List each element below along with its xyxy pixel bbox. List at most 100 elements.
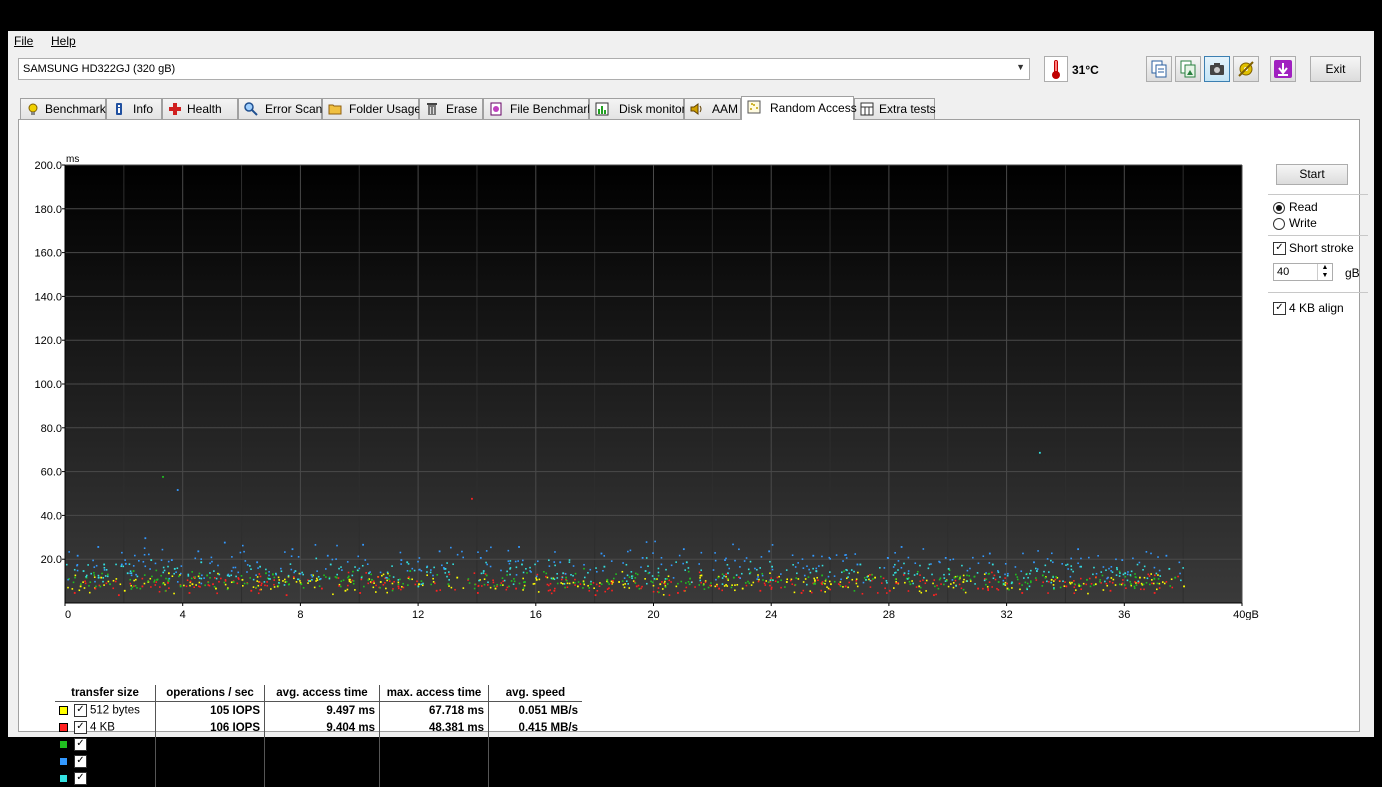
scatter-point (758, 578, 760, 581)
read-radio[interactable]: Read (1273, 200, 1318, 214)
scatter-point (162, 566, 165, 569)
tab-file-benchmark[interactable]: File Benchmark (483, 98, 593, 119)
transfer-size-cell[interactable]: ✓ Random (55, 770, 156, 787)
checkmark-icon[interactable]: ✓ (74, 772, 87, 785)
scatter-point (372, 580, 375, 583)
drive-select[interactable]: SAMSUNG HD322GJ (320 gB) ▼ (18, 58, 1030, 80)
start-button[interactable]: Start (1276, 164, 1348, 185)
scatter-point (566, 582, 569, 585)
data-point (329, 563, 332, 566)
tab-aam[interactable]: AAM (684, 98, 741, 119)
tab-error-scan[interactable]: Error Scan (238, 98, 322, 119)
y-tick-label: 140.0 (34, 291, 62, 303)
scatter-point (149, 577, 152, 580)
short-stroke-checkbox[interactable]: ✓ Short stroke (1273, 241, 1354, 256)
transfer-size-cell[interactable]: ✓ 512 bytes (55, 702, 156, 720)
scatter-point (124, 559, 126, 561)
scatter-point (600, 583, 603, 585)
tab-info[interactable]: Info (106, 98, 162, 119)
transfer-size-cell[interactable]: ✓ 1 MB (55, 753, 156, 770)
checkmark-icon[interactable]: ✓ (74, 738, 87, 751)
scatter-point (949, 558, 952, 561)
menu-help[interactable]: Help (51, 34, 76, 48)
scatter-point (348, 578, 351, 581)
download-arrow-icon (1274, 60, 1292, 78)
align-4kb-checkbox[interactable]: ✓ 4 KB align (1273, 301, 1344, 316)
scatter-point (347, 584, 349, 587)
scatter-point (969, 580, 972, 582)
avg-speed-cell: 0.415 MB/s (488, 719, 582, 736)
tools-icon (1238, 61, 1254, 77)
scatter-point (809, 571, 812, 574)
spin-arrows-icon[interactable]: ▲ ▼ (1317, 264, 1332, 280)
data-point (741, 587, 744, 590)
scatter-point (95, 585, 97, 588)
scatter-point (208, 584, 211, 587)
scatter-point (347, 571, 350, 574)
scatter-point (769, 572, 771, 575)
data-point (471, 497, 473, 500)
scatter-point (167, 582, 169, 584)
avg-speed-cell: 36.329 MB/s (488, 770, 582, 787)
scatter-point (243, 582, 246, 585)
scatter-point (230, 581, 233, 584)
short-stroke-size-input[interactable]: 40 ▲ ▼ (1273, 263, 1333, 281)
data-point (232, 581, 235, 583)
scatter-point (1099, 579, 1101, 581)
scatter-point (373, 582, 375, 584)
data-point (944, 557, 947, 559)
scatter-point (1048, 571, 1050, 573)
scatter-point (216, 592, 218, 595)
scatter-point (987, 589, 989, 592)
tab-disk-monitor[interactable]: Disk monitor (589, 98, 686, 119)
scatter-point (1030, 580, 1032, 582)
scatter-point (1006, 574, 1009, 577)
checkmark-icon[interactable]: ✓ (74, 704, 87, 717)
tab-benchmark[interactable]: Benchmark (20, 98, 106, 119)
scatter-point (763, 582, 766, 585)
scatter-point (1110, 566, 1113, 568)
scatter-point (246, 582, 249, 585)
transfer-size-cell[interactable]: ✓ 64 KB (55, 736, 156, 753)
checkmark-icon[interactable]: ✓ (74, 721, 87, 734)
tab-erase[interactable]: Erase (419, 98, 483, 119)
menu-file[interactable]: File (14, 34, 33, 48)
checkmark-icon[interactable]: ✓ (74, 755, 87, 768)
scatter-point (985, 572, 987, 574)
options-button[interactable] (1233, 56, 1259, 82)
scatter-point (699, 579, 702, 582)
scatter-point (372, 586, 375, 589)
write-radio[interactable]: Write (1273, 216, 1317, 230)
scatter-point (855, 579, 858, 582)
tab-folder-usage[interactable]: Folder Usage (322, 98, 421, 119)
copy-text-button[interactable] (1146, 56, 1172, 82)
scatter-point (841, 571, 843, 574)
scatter-point (239, 551, 242, 554)
exit-button[interactable]: Exit (1310, 56, 1361, 82)
scatter-point (1114, 584, 1117, 586)
data-point (176, 489, 179, 491)
scatter-point (794, 566, 797, 568)
scatter-point (474, 583, 476, 586)
copy-image-button[interactable] (1175, 56, 1201, 82)
scatter-point (1082, 582, 1085, 585)
tab-random-access[interactable]: Random Access (741, 96, 857, 120)
scatter-point (919, 586, 922, 589)
scatter-point (1066, 563, 1069, 566)
scatter-point (1145, 581, 1148, 584)
scatter-point (543, 570, 545, 573)
scatter-point (290, 555, 293, 558)
scatter-point (1025, 573, 1028, 576)
transfer-size-cell[interactable]: ✓ 4 KB (55, 719, 156, 736)
scatter-point (827, 575, 830, 578)
scatter-point (932, 582, 934, 585)
download-button[interactable] (1270, 56, 1296, 82)
data-point (859, 563, 862, 566)
scatter-point (246, 571, 248, 573)
screenshot-button[interactable] (1204, 56, 1230, 82)
scatter-point (687, 581, 690, 583)
tab-extra-tests[interactable]: Extra tests (854, 98, 936, 119)
scatter-point (150, 586, 152, 588)
scatter-point (983, 577, 986, 580)
tab-health[interactable]: Health (162, 98, 238, 119)
